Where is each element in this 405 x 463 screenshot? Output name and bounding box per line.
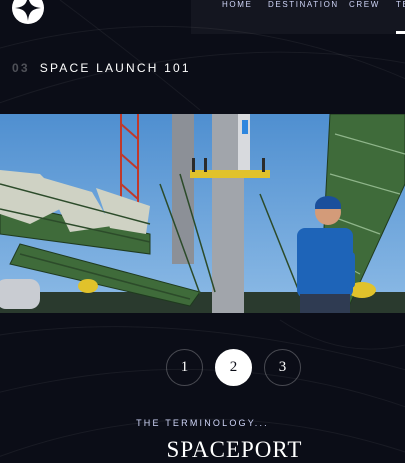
page-heading-number: 03 [12, 61, 30, 75]
nav-item-crew[interactable]: CREW [349, 0, 380, 9]
page-heading-title: SPACE LAUNCH 101 [39, 61, 191, 75]
nav-active-indicator [396, 31, 405, 34]
terminology-subtitle: THE TERMINOLOGY... [136, 418, 269, 428]
page-2-button[interactable]: 2 [215, 349, 252, 386]
page-3-button[interactable]: 3 [264, 349, 301, 386]
launch-vehicle-image [0, 114, 405, 313]
nav-item-technology[interactable]: TE [396, 0, 405, 9]
page-1-button[interactable]: 1 [166, 349, 203, 386]
nav-item-home[interactable]: HOME [222, 0, 252, 9]
slide-pagination: 1 2 3 [0, 349, 405, 389]
nav-item-destination[interactable]: DESTINATION [268, 0, 339, 9]
main-navigation: HOME DESTINATION CREW TE [191, 0, 405, 34]
page-heading: 03 SPACE LAUNCH 101 [12, 61, 191, 75]
star-logo-icon[interactable] [12, 0, 44, 24]
terminology-title: SPACEPORT [166, 437, 303, 462]
